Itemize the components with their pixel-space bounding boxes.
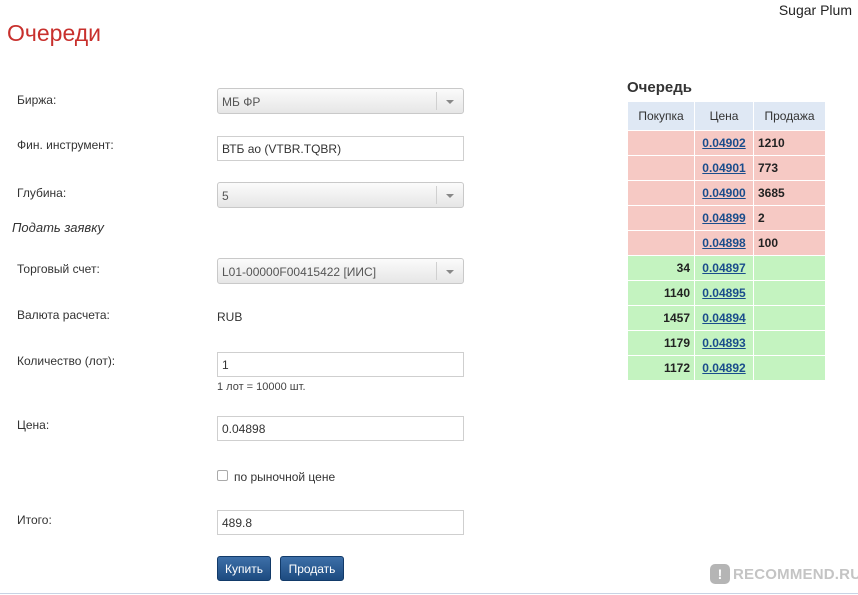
account-select-value: L01-00000F00415422 [ИИС] [222,265,377,279]
buy-volume [627,230,695,256]
watermark-text: RECOMMEND.RU [733,565,858,583]
price-link[interactable]: 0.04895 [702,286,745,300]
buy-volume: 1140 [627,280,695,306]
account-label: Торговый счет: [17,262,100,276]
chevron-down-icon [446,100,454,104]
currency-value: RUB [217,310,243,324]
buy-volume: 34 [627,255,695,281]
instrument-label: Фин. инструмент: [17,138,114,152]
recommend-watermark: ! RECOMMEND.RU [710,562,858,586]
order-book-buy-row: 1179 0.04893 [627,330,826,356]
price-link[interactable]: 0.04898 [702,236,745,250]
depth-select-value: 5 [222,189,229,203]
currency-label: Валюта расчета: [17,308,110,322]
order-book-buy-row: 1172 0.04892 [627,355,826,381]
order-book-buy-row: 1140 0.04895 [627,280,826,306]
sell-volume: 1210 [753,130,826,156]
price-link[interactable]: 0.04901 [702,161,745,175]
column-header-buy: Покупка [627,101,695,131]
buy-volume: 1457 [627,305,695,331]
buy-volume [627,205,695,231]
price-link[interactable]: 0.04892 [702,361,745,375]
account-select[interactable]: L01-00000F00415422 [ИИС] [217,258,464,284]
price-link[interactable]: 0.04900 [702,186,745,200]
order-book-buy-row: 1457 0.04894 [627,305,826,331]
price-link[interactable]: 0.04894 [702,311,745,325]
user-name[interactable]: Sugar Plum [779,2,852,18]
order-book-sell-row: 0.04902 1210 [627,130,826,156]
price-link[interactable]: 0.04893 [702,336,745,350]
recommend-logo-icon: ! [710,564,730,584]
buy-volume [627,130,695,156]
order-book-title: Очередь [627,79,692,96]
quantity-input[interactable] [217,352,464,377]
price-link[interactable]: 0.04897 [702,261,745,275]
page-title: Очереди [7,20,102,46]
exchange-label: Биржа: [17,93,57,107]
sell-button[interactable]: Продать [280,556,344,581]
total-input[interactable] [217,510,464,535]
price-label: Цена: [17,418,50,432]
buy-volume [627,155,695,181]
bottom-divider [0,593,858,594]
sell-volume [753,280,826,306]
sell-volume: 773 [753,155,826,181]
order-book-sell-row: 0.04901 773 [627,155,826,181]
buy-volume [627,180,695,206]
buy-button[interactable]: Купить [217,556,271,581]
sell-volume: 2 [753,205,826,231]
sell-volume [753,330,826,356]
price-link[interactable]: 0.04899 [702,211,745,225]
buy-volume: 1179 [627,330,695,356]
sell-volume [753,305,826,331]
order-book-sell-row: 0.04899 2 [627,205,826,231]
depth-label: Глубина: [17,186,67,200]
select-divider [436,186,437,204]
quantity-label: Количество (лот): [17,354,116,368]
column-header-sell: Продажа [753,101,826,131]
order-book-buy-row: 34 0.04897 [627,255,826,281]
sell-volume [753,355,826,381]
select-divider [436,92,437,110]
chevron-down-icon [446,194,454,198]
sell-volume [753,255,826,281]
order-book-sell-row: 0.04900 3685 [627,180,826,206]
exchange-select-value: МБ ФР [222,95,261,109]
lot-hint: 1 лот = 10000 шт. [217,381,306,393]
select-divider [436,262,437,280]
sell-volume: 3685 [753,180,826,206]
order-book-table: Покупка Цена Продажа 0.04902 1210 0.0490… [627,101,826,381]
chevron-down-icon [446,270,454,274]
exchange-select[interactable]: МБ ФР [217,88,464,114]
sell-volume: 100 [753,230,826,256]
market-price-checkbox[interactable] [217,470,228,481]
price-link[interactable]: 0.04902 [702,136,745,150]
market-price-label[interactable]: по рыночной цене [234,470,335,484]
total-label: Итого: [17,513,52,527]
instrument-input[interactable] [217,136,464,161]
order-book-sell-row: 0.04898 100 [627,230,826,256]
price-input[interactable] [217,416,464,441]
buy-volume: 1172 [627,355,695,381]
order-section-title: Подать заявку [12,220,104,235]
column-header-price: Цена [694,101,754,131]
depth-select[interactable]: 5 [217,182,464,208]
